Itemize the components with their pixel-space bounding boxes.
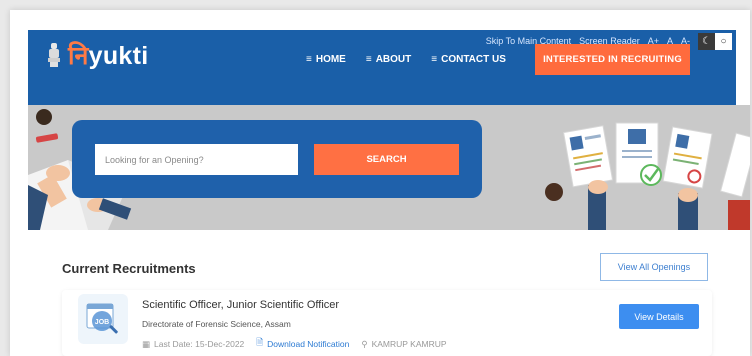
section-title: Current Recruitments <box>62 261 196 276</box>
nav-home[interactable]: ≡ HOME <box>306 54 346 65</box>
moon-icon: ☾ <box>702 35 711 47</box>
page-frame: Skip To Main Content Screen Reader A+ A … <box>10 10 750 356</box>
site-logo[interactable]: निyukti <box>46 38 149 72</box>
sun-icon: ○ <box>720 35 727 47</box>
job-title[interactable]: Scientific Officer, Junior Scientific Of… <box>142 299 339 311</box>
logo-wordmark: निyukti <box>68 42 149 70</box>
hero-right-illustration <box>545 122 750 230</box>
menu-bars-icon: ≡ <box>306 54 312 65</box>
search-card: SEARCH <box>72 120 482 198</box>
interested-in-recruiting-button[interactable]: INTERESTED IN RECRUITING <box>535 44 690 75</box>
menu-bars-icon: ≡ <box>431 54 438 65</box>
nav-about[interactable]: ≡ ABOUT <box>366 54 411 65</box>
search-button[interactable]: SEARCH <box>314 144 459 175</box>
job-location: ⚲ KAMRUP KAMRUP <box>361 338 447 350</box>
job-card: JOB Scientific Officer, Junior Scientifi… <box>62 290 712 356</box>
location-pin-icon: ⚲ <box>361 338 368 349</box>
search-input[interactable] <box>95 144 298 175</box>
main-nav: ≡ HOME ≡ ABOUT ≡ CONTACT US <box>306 54 506 65</box>
dark-mode-button[interactable]: ☾ <box>698 32 715 50</box>
last-date: ▦ Last Date: 15-Dec-2022 <box>142 338 245 350</box>
view-details-button[interactable]: View Details <box>619 304 699 329</box>
job-meta: ▦ Last Date: 15-Dec-2022 🗎 Download Noti… <box>142 337 447 351</box>
national-emblem-icon <box>46 41 62 69</box>
download-notification-link[interactable]: 🗎 Download Notification <box>256 337 349 351</box>
hero-banner: SEARCH <box>28 105 750 230</box>
light-mode-button[interactable]: ○ <box>715 32 732 50</box>
view-all-openings-button[interactable]: View All Openings <box>600 253 708 281</box>
job-icon: JOB <box>78 294 128 344</box>
document-icon: 🗎 <box>256 337 264 347</box>
menu-bars-icon: ≡ <box>365 54 372 65</box>
job-organization: Directorate of Forensic Science, Assam <box>142 319 291 329</box>
nav-contact[interactable]: ≡ CONTACT US <box>431 54 506 65</box>
job-icon-label: JOB <box>95 319 109 326</box>
calendar-icon: ▦ <box>142 338 151 349</box>
